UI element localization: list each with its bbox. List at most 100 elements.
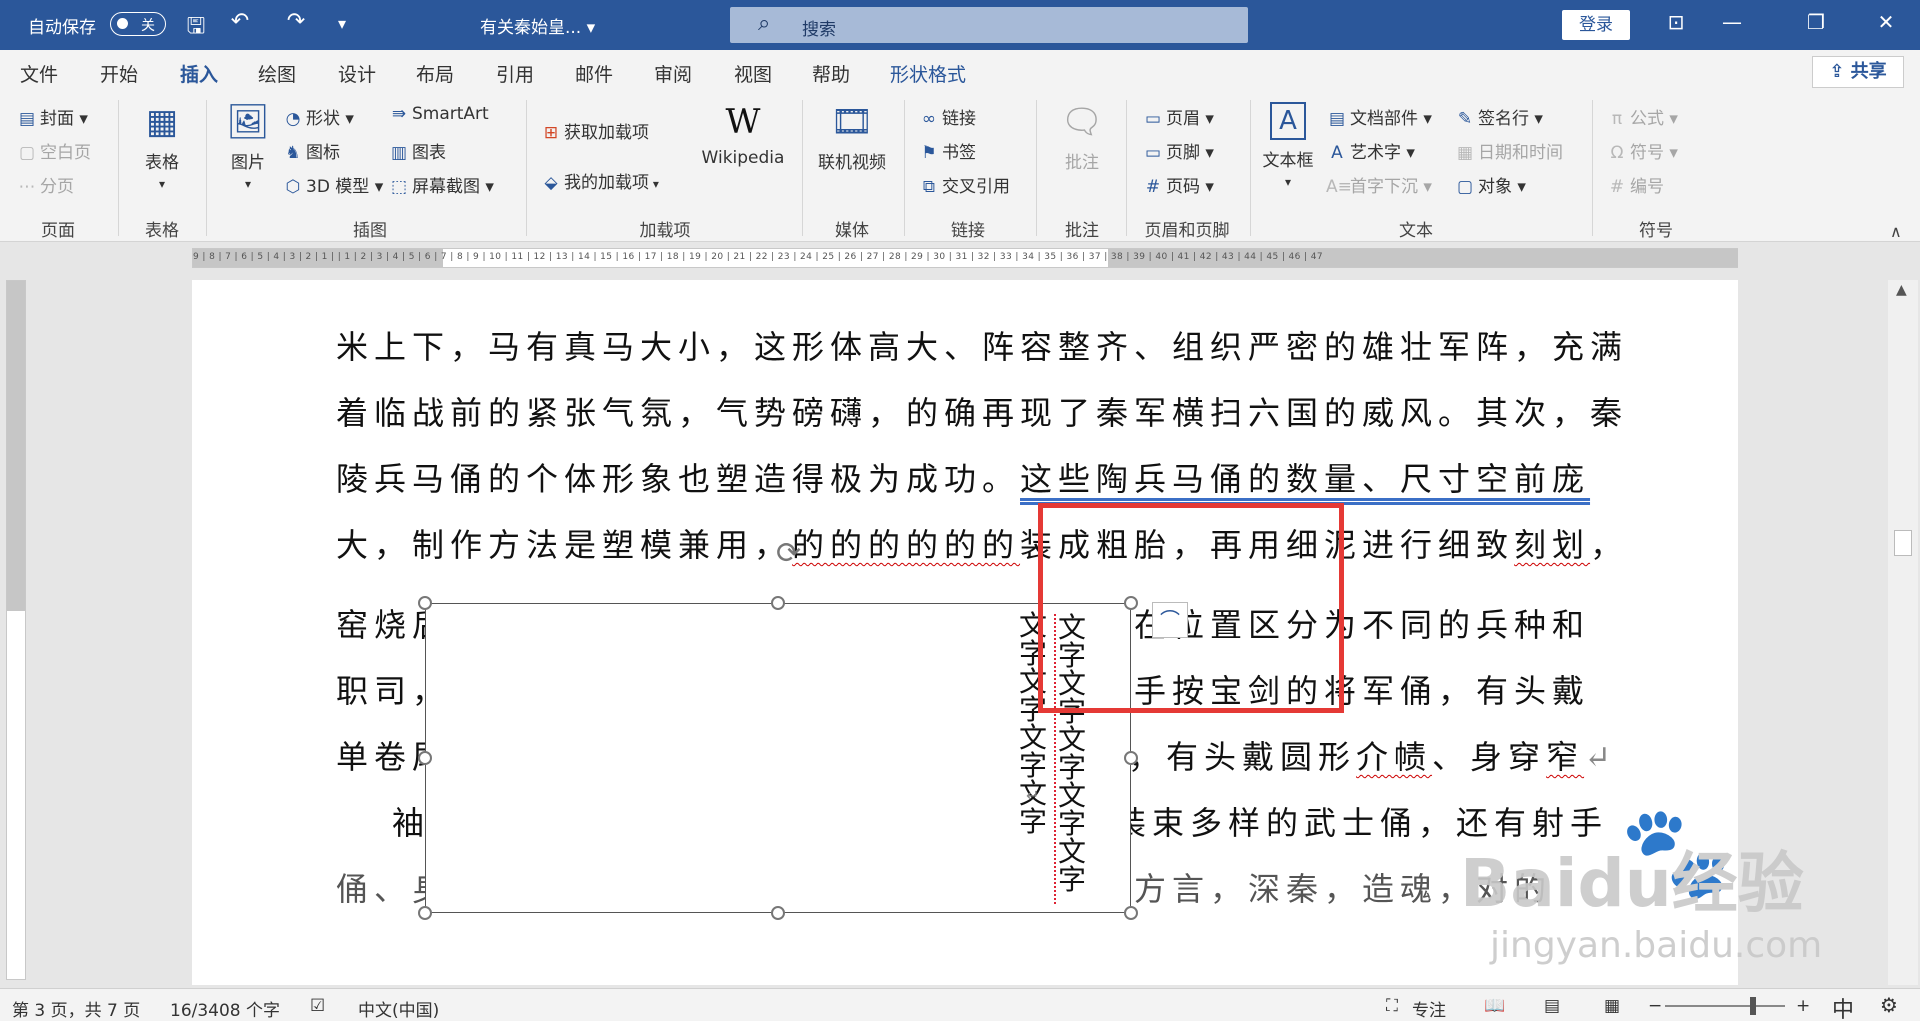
vertical-scrollbar[interactable]: ▲	[1888, 280, 1918, 985]
close-icon[interactable]: ✕	[1866, 10, 1906, 34]
document-title[interactable]: 有关秦始皇... ▾	[480, 13, 595, 38]
wikipedia-button[interactable]: W Wikipedia	[694, 102, 792, 168]
restore-icon[interactable]: ❐	[1796, 10, 1836, 34]
share-button[interactable]: ⇪ 共享	[1812, 56, 1904, 88]
text-line[interactable]: 大，制作方法是塑模兼用，的的的的的的装成粗胎，再用细泥进行细致刻划，	[336, 520, 1628, 566]
autosave-toggle[interactable]: 关	[110, 12, 166, 36]
icons-label: 图标	[306, 143, 340, 163]
drop-cap-button[interactable]: A≡首字下沉 ▾	[1326, 172, 1432, 197]
zoom-out-icon[interactable]: −	[1648, 996, 1662, 1016]
tab-insert[interactable]: 插入	[180, 60, 219, 95]
scroll-thumb[interactable]	[1894, 530, 1912, 556]
resize-handle[interactable]	[418, 596, 432, 610]
resize-handle[interactable]	[1124, 751, 1138, 765]
horizontal-ruler[interactable]: 9 | 8 | 7 | 6 | 5 | 4 | 3 | 2 | 1 | | 1 …	[192, 248, 1738, 268]
page-break-button[interactable]: ⋯ 分页	[16, 172, 75, 197]
vertical-ruler[interactable]	[6, 280, 26, 980]
resize-handle[interactable]	[771, 596, 785, 610]
resize-handle[interactable]	[418, 751, 432, 765]
focus-label[interactable]: 专注	[1412, 996, 1446, 1021]
text-line[interactable]: 米上下，马有真马大小，这形体高大、阵容整齐、组织严密的雄壮军阵，充满	[336, 322, 1628, 368]
resize-handle[interactable]	[771, 906, 785, 920]
text-line[interactable]: 陵兵马俑的个体形象也塑造得极为成功。这些陶兵马俑的数量、尺寸空前庞	[336, 454, 1590, 500]
collapse-ribbon-icon[interactable]: ∧	[1890, 222, 1902, 241]
object-button[interactable]: ▢ 对象 ▾	[1454, 172, 1526, 197]
footer-button[interactable]: ▭ 页脚 ▾	[1142, 138, 1214, 163]
focus-icon[interactable]: ⛶	[1386, 996, 1398, 1016]
page-count[interactable]: 第 3 页，共 7 页	[12, 996, 140, 1021]
signature-line-button[interactable]: ✎ 签名行 ▾	[1454, 104, 1543, 129]
search-box[interactable]: ⌕ 搜索	[730, 7, 1248, 43]
wordart-button[interactable]: A 艺术字 ▾	[1326, 138, 1415, 163]
zoom-slider-thumb[interactable]	[1750, 997, 1756, 1015]
smartart-button[interactable]: ⇛ SmartArt	[388, 104, 489, 124]
table-button[interactable]: ▦ 表格 ▾	[132, 102, 192, 193]
tab-layout[interactable]: 布局	[416, 60, 454, 87]
group-label-pages: 页面	[41, 221, 75, 241]
resize-handle[interactable]	[1124, 906, 1138, 920]
symbol-button[interactable]: Ω 符号 ▾	[1606, 138, 1678, 163]
text-line[interactable]: 着临战前的紧张气氛，气势磅礴，的确再现了秦军横扫六国的威风。其次，秦	[336, 388, 1628, 434]
tab-references[interactable]: 引用	[496, 60, 534, 87]
number-label: 编号	[1630, 177, 1664, 197]
text-box-shape[interactable]: 文字文字文字文字 文字文字文字文字文字 ↵	[425, 603, 1131, 913]
bookmark-button[interactable]: ⚑ 书签	[918, 138, 976, 163]
date-time-button[interactable]: ▦ 日期和时间	[1454, 138, 1563, 163]
my-addins-button[interactable]: ⬙ 我的加载项 ▾	[540, 168, 658, 193]
cover-page-button[interactable]: ▤ 封面 ▾	[16, 104, 88, 129]
icons-icon: ♞	[285, 143, 301, 163]
quick-parts-button[interactable]: ▤ 文档部件 ▾	[1326, 104, 1432, 129]
online-video-button[interactable]: 🎞 联机视频	[812, 102, 892, 173]
3d-models-button[interactable]: ⬡ 3D 模型 ▾	[282, 172, 384, 197]
ribbon-display-icon[interactable]: ⊡	[1656, 10, 1696, 34]
icons-button[interactable]: ♞ 图标	[282, 138, 340, 163]
settings-icon[interactable]: ⚙	[1880, 993, 1898, 1017]
chart-button[interactable]: ▥ 图表	[388, 138, 446, 163]
save-icon[interactable]: 🖫	[180, 9, 212, 47]
language[interactable]: 中文(中国)	[358, 996, 439, 1021]
shapes-button[interactable]: ◔ 形状 ▾	[282, 104, 354, 129]
cross-reference-button[interactable]: ⧉ 交叉引用	[918, 172, 1010, 197]
tab-design[interactable]: 设计	[338, 60, 376, 87]
login-button[interactable]: 登录	[1562, 10, 1630, 40]
redo-icon[interactable]: ↷	[280, 9, 312, 34]
web-layout-icon[interactable]: ▦	[1604, 996, 1620, 1016]
tab-file[interactable]: 文件	[20, 60, 58, 87]
scroll-up-icon[interactable]: ▲	[1896, 282, 1907, 298]
bookmark-icon: ⚑	[921, 143, 937, 163]
zoom-in-icon[interactable]: +	[1796, 996, 1810, 1016]
print-layout-icon[interactable]: ▤	[1544, 996, 1560, 1016]
ribbon-tabs: 文件 开始 插入 绘图 设计 布局 引用 邮件 审阅 视图 帮助 形状格式 ⇪ …	[0, 50, 1920, 95]
link-button[interactable]: ∞ 链接	[918, 104, 976, 129]
undo-icon[interactable]: ↶	[224, 9, 256, 34]
tab-review[interactable]: 审阅	[654, 60, 692, 87]
number-button[interactable]: # 编号	[1606, 172, 1664, 197]
blank-page-button[interactable]: ▢ 空白页	[16, 138, 91, 163]
group-separator	[1250, 100, 1251, 236]
tab-draw[interactable]: 绘图	[258, 60, 296, 87]
calendar-icon: ▦	[1456, 143, 1474, 163]
resize-handle[interactable]	[418, 906, 432, 920]
screenshot-button[interactable]: ⬚ 屏幕截图 ▾	[388, 172, 494, 197]
tab-view[interactable]: 视图	[734, 60, 772, 87]
customize-quick-access-icon[interactable]: ▾	[326, 14, 358, 33]
equation-button[interactable]: π 公式 ▾	[1606, 104, 1678, 129]
minimize-icon[interactable]: —	[1712, 10, 1752, 34]
text-line[interactable]: ，有头戴圆形介帻、身穿窄↵	[1128, 732, 1617, 778]
zoom-slider[interactable]	[1665, 1005, 1785, 1007]
rotate-handle-icon[interactable]: ⟳	[776, 536, 801, 571]
tab-shape-format[interactable]: 形状格式	[890, 60, 966, 87]
page-number-button[interactable]: # 页码 ▾	[1142, 172, 1214, 197]
word-count[interactable]: 16/3408 个字	[170, 996, 280, 1021]
read-mode-icon[interactable]: 📖	[1484, 996, 1505, 1016]
ime-indicator[interactable]: 中	[1832, 992, 1854, 1021]
tab-help[interactable]: 帮助	[812, 60, 850, 87]
textbox-button[interactable]: A 文本框 ▾	[1256, 102, 1320, 191]
header-button[interactable]: ▭ 页眉 ▾	[1142, 104, 1214, 129]
tab-home[interactable]: 开始	[100, 60, 138, 87]
proofing-icon[interactable]: ☑	[310, 996, 325, 1016]
pictures-button[interactable]: 🖼 图片 ▾	[220, 102, 276, 193]
comment-button[interactable]: 🗨 批注	[1050, 102, 1114, 173]
get-addins-button[interactable]: ⊞ 获取加载项	[540, 118, 649, 143]
tab-mailings[interactable]: 邮件	[575, 60, 613, 87]
